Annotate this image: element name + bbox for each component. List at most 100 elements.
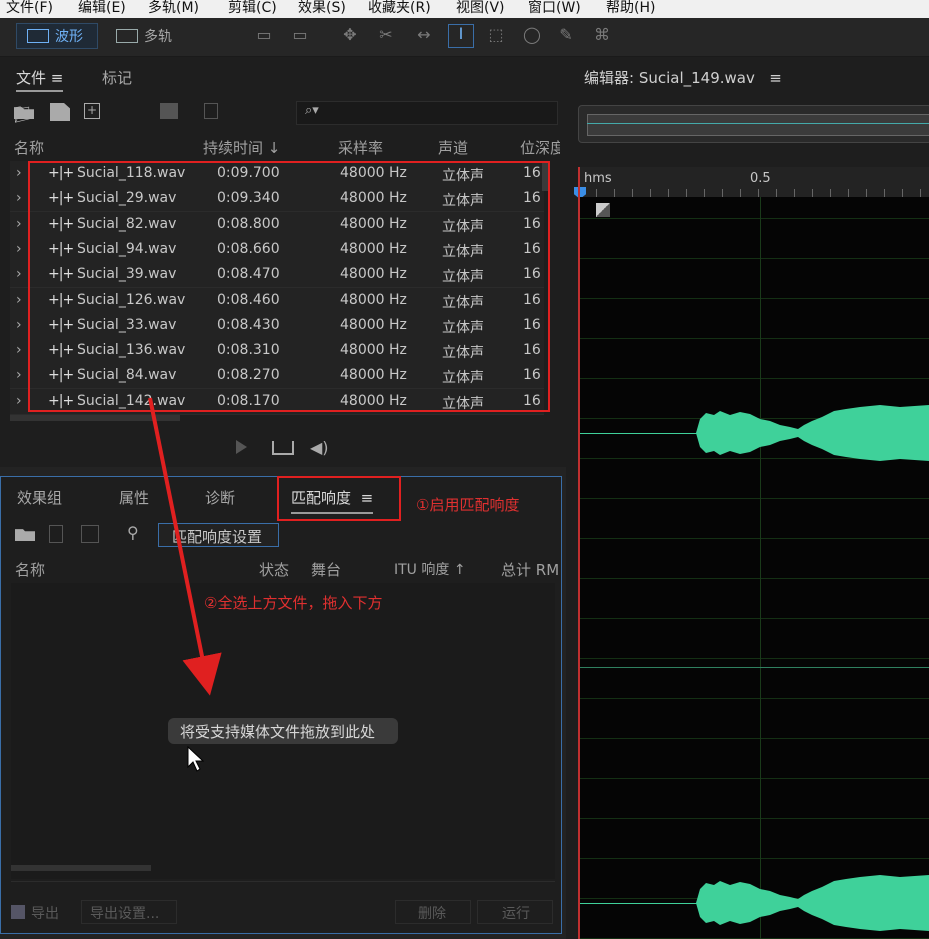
ruler-tick-label: 0.5: [750, 171, 771, 186]
move-tool-icon[interactable]: ✥: [340, 26, 360, 44]
trash-icon[interactable]: [204, 103, 218, 119]
export-settings-label: 导出设置...: [90, 906, 160, 922]
menu-window[interactable]: 窗口(W): [528, 0, 581, 17]
clear-all-icon[interactable]: [81, 525, 99, 543]
menu-clip[interactable]: 剪辑(C): [228, 0, 277, 17]
file-list-hscrollbar[interactable]: [10, 415, 180, 421]
export-label: 导出: [31, 906, 59, 922]
multitrack-icon: [116, 29, 138, 43]
toolbar: 波形 多轨 ▭ ▭ ✥ ✂ ↔ I ⬚ ◯ ✎ ⌘: [0, 18, 929, 57]
expand-chevron-icon[interactable]: ›: [16, 266, 22, 282]
panel-menu-icon[interactable]: ≡: [51, 69, 64, 87]
menu-multitrack[interactable]: 多轨(M): [148, 0, 199, 17]
resize-handle[interactable]: [11, 881, 555, 894]
overview-zoom-bar[interactable]: [587, 114, 929, 136]
overview-navigator[interactable]: [578, 105, 929, 143]
time-selection-tool-icon[interactable]: I: [448, 24, 474, 48]
channel-2-waveform: [696, 875, 929, 931]
run-label: 运行: [502, 906, 530, 922]
playhead-line: [578, 167, 580, 939]
import-file-icon[interactable]: [50, 103, 70, 121]
menu-bar: 文件(F) 编辑(E) 多轨(M) 剪辑(C) 效果(S) 收藏夹(R) 视图(…: [0, 0, 929, 18]
lasso-tool-icon[interactable]: ◯: [522, 26, 542, 44]
expand-chevron-icon[interactable]: ›: [16, 216, 22, 232]
spectral-pitch-icon[interactable]: ▭: [290, 26, 310, 44]
loudness-scan-icon[interactable]: ⚲: [127, 523, 139, 542]
expand-chevron-icon[interactable]: ›: [16, 241, 22, 257]
tab-files-label: 文件: [16, 69, 47, 87]
editor-title: 编辑器: Sucial_149.wav: [584, 69, 755, 87]
menu-favorites[interactable]: 收藏夹(R): [368, 0, 431, 17]
trash-icon[interactable]: [49, 525, 63, 543]
waveform-icon: [27, 29, 49, 43]
spot-healing-icon[interactable]: ⌘: [592, 26, 612, 44]
loudness-list-hscrollbar[interactable]: [11, 865, 151, 871]
export-settings-button[interactable]: 导出设置...: [81, 900, 177, 924]
column-header-status[interactable]: 状态: [259, 559, 289, 580]
razor-tool-icon[interactable]: ✂: [376, 26, 396, 44]
channel-1-waveform: [696, 405, 929, 461]
expand-chevron-icon[interactable]: ›: [16, 367, 22, 383]
tab-properties[interactable]: 属性: [119, 487, 149, 508]
brush-tool-icon[interactable]: ✎: [556, 26, 576, 44]
menu-view[interactable]: 视图(V): [456, 0, 505, 17]
waveform-label: 波形: [55, 29, 83, 45]
expand-chevron-icon[interactable]: ›: [16, 165, 22, 181]
editor-title-tab[interactable]: 编辑器: Sucial_149.wav ≡: [584, 67, 782, 88]
menu-edit[interactable]: 编辑(E): [78, 0, 126, 17]
tab-effects-rack[interactable]: 效果组: [17, 487, 62, 508]
run-button[interactable]: 运行: [477, 900, 553, 924]
autoplay-speaker-icon[interactable]: ◀): [310, 438, 329, 457]
loop-icon[interactable]: [272, 441, 294, 455]
file-selection-highlight: [28, 161, 550, 412]
search-input[interactable]: ⌕▾: [296, 101, 558, 125]
menu-file[interactable]: 文件(F): [6, 0, 53, 17]
expand-chevron-icon[interactable]: ›: [16, 393, 22, 409]
slip-tool-icon[interactable]: ↔: [414, 26, 434, 44]
column-header-name[interactable]: 名称: [15, 559, 45, 580]
time-ruler[interactable]: hms 0.5: [574, 167, 929, 199]
multitrack-label: 多轨: [144, 29, 172, 45]
waveform-display[interactable]: [580, 197, 929, 939]
insert-into-multitrack-icon[interactable]: [160, 103, 178, 119]
column-header-duration[interactable]: 持续时间 ↓: [203, 137, 280, 158]
export-checkbox[interactable]: [11, 905, 25, 919]
drop-hint-text: 将受支持媒体文件拖放到此处: [180, 723, 376, 741]
clear-label: 删除: [418, 906, 446, 922]
expand-chevron-icon[interactable]: ›: [16, 190, 22, 206]
menu-effects[interactable]: 效果(S): [298, 0, 346, 17]
waveform-view-button[interactable]: 波形: [16, 23, 98, 49]
new-file-icon[interactable]: +: [84, 103, 100, 119]
mouse-cursor-icon: [187, 745, 205, 772]
match-loudness-panel: 效果组 属性 诊断 匹配响度 ≡ ⚲ 匹配响度设置 名称 状态 舞台 ITU 响…: [0, 476, 562, 934]
menu-help[interactable]: 帮助(H): [606, 0, 655, 17]
column-header-stage[interactable]: 舞台: [311, 559, 341, 580]
column-header-sample-rate[interactable]: 采样率: [338, 137, 383, 158]
drop-hint: 将受支持媒体文件拖放到此处: [168, 718, 398, 744]
tab-diagnostics[interactable]: 诊断: [205, 487, 235, 508]
expand-chevron-icon[interactable]: ›: [16, 317, 22, 333]
spectral-frequency-icon[interactable]: ▭: [254, 26, 274, 44]
match-loudness-settings-button[interactable]: 匹配响度设置: [158, 523, 279, 547]
ruler-unit: hms: [584, 171, 612, 186]
multitrack-view-button[interactable]: 多轨: [116, 23, 172, 49]
annotation-step-2: ②全选上方文件，拖入下方: [204, 594, 383, 612]
column-header-itu-loudness[interactable]: ITU 响度 ↑: [394, 559, 466, 579]
time-gridline: [760, 197, 761, 939]
clear-button[interactable]: 删除: [395, 900, 471, 924]
column-header-channels[interactable]: 声道: [438, 137, 468, 158]
play-icon[interactable]: [236, 440, 247, 454]
open-folder-icon[interactable]: [15, 529, 35, 541]
search-icon: ⌕▾: [305, 103, 319, 118]
ruler-ticks: [578, 189, 929, 197]
tab-markers[interactable]: 标记: [102, 67, 132, 88]
marquee-tool-icon[interactable]: ⬚: [486, 26, 506, 44]
editor-panel: 编辑器: Sucial_149.wav ≡ hms 0.5: [566, 57, 929, 939]
panel-menu-icon[interactable]: ≡: [769, 69, 782, 87]
column-header-bit-depth[interactable]: 位深度: [520, 137, 560, 158]
column-header-name[interactable]: 名称: [14, 137, 44, 158]
expand-chevron-icon[interactable]: ›: [16, 342, 22, 358]
tab-files[interactable]: 文件 ≡: [16, 67, 64, 92]
expand-chevron-icon[interactable]: ›: [16, 292, 22, 308]
column-header-total-rms[interactable]: 总计 RMS: [501, 559, 559, 580]
